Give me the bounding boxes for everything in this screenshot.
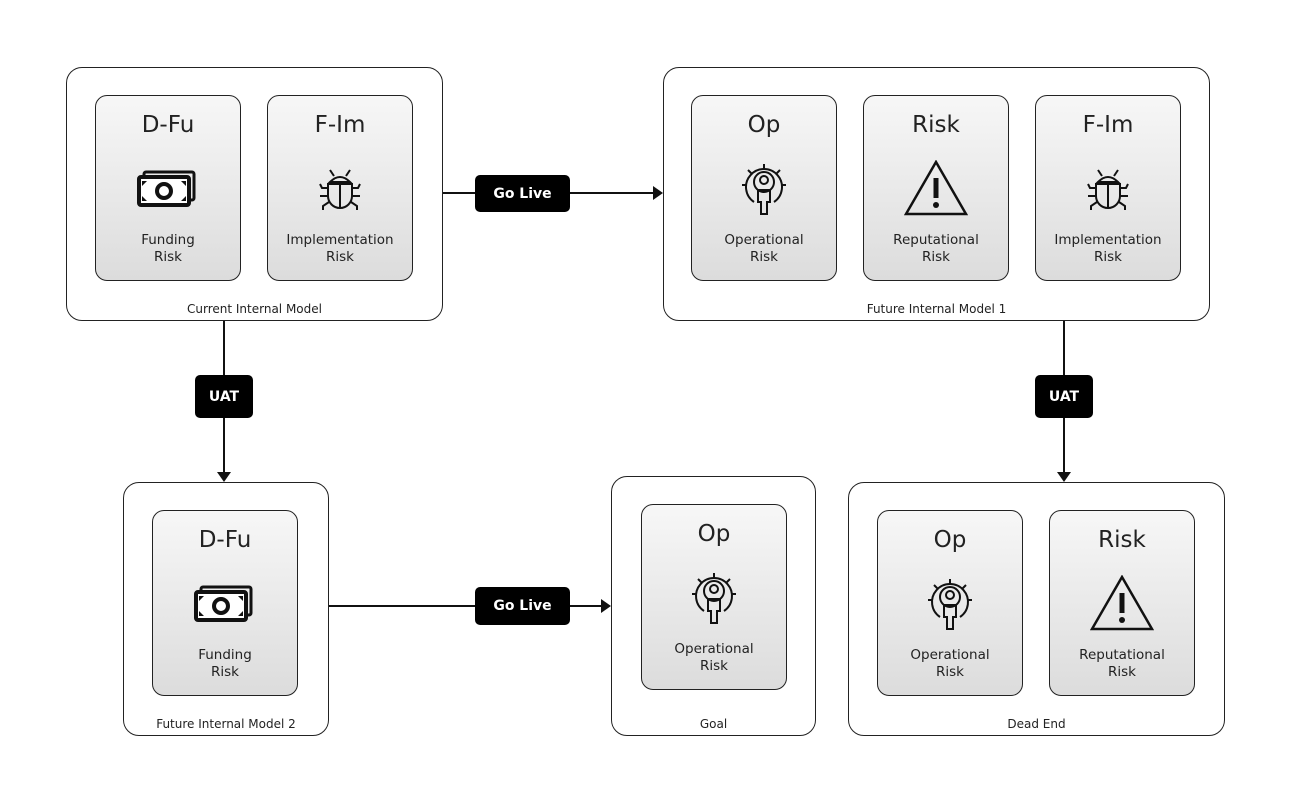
risk-name: Operational Risk <box>878 647 1022 681</box>
risk-name: Implementation Risk <box>268 232 412 266</box>
risk-card: D-Fu Funding Risk <box>95 95 241 281</box>
risk-name-line-2: Risk <box>700 658 728 674</box>
model-label: Future Internal Model 2 <box>156 717 296 731</box>
gear-person-icon <box>682 569 746 625</box>
model-label: Current Internal Model <box>187 302 322 316</box>
risk-code: Op <box>697 521 731 547</box>
risk-name-line-2: Risk <box>936 664 964 680</box>
risk-card: F-Im Implementation Risk <box>267 95 413 281</box>
risk-name-line-2: Risk <box>1108 664 1136 680</box>
risk-name-line-1: Funding <box>198 647 252 663</box>
risk-name-line-1: Implementation <box>286 232 394 248</box>
risk-name: Funding Risk <box>96 232 240 266</box>
arrowhead <box>1057 472 1071 482</box>
risk-name-line-1: Operational <box>724 232 804 248</box>
risk-code: Risk <box>1098 527 1146 553</box>
transition-label: UAT <box>195 375 253 418</box>
arrowhead <box>217 472 231 482</box>
risk-name-line-2: Risk <box>922 249 950 265</box>
risk-name-line-1: Operational <box>674 641 754 657</box>
risk-card: Op Operational Risk <box>691 95 837 281</box>
risk-name-line-1: Implementation <box>1054 232 1162 248</box>
transition-label: Go Live <box>475 587 570 625</box>
risk-card: F-Im Implementation Risk <box>1035 95 1181 281</box>
risk-code: Op <box>747 112 781 138</box>
risk-name: Reputational Risk <box>1050 647 1194 681</box>
money-icon <box>193 575 257 631</box>
risk-code: F-Im <box>314 112 366 138</box>
risk-code: D-Fu <box>198 527 252 553</box>
risk-name: Funding Risk <box>153 647 297 681</box>
risk-name-line-2: Risk <box>326 249 354 265</box>
warning-icon <box>1089 574 1155 631</box>
risk-name-line-1: Reputational <box>1079 647 1165 663</box>
risk-name-line-1: Operational <box>910 647 990 663</box>
risk-card: Risk Reputational Risk <box>863 95 1009 281</box>
model-label: Future Internal Model 1 <box>866 302 1007 316</box>
risk-code: Op <box>933 527 967 553</box>
risk-name-line-2: Risk <box>154 249 182 265</box>
risk-name-line-2: Risk <box>750 249 778 265</box>
risk-name: Operational Risk <box>642 641 786 675</box>
bug-icon <box>308 160 372 216</box>
money-icon <box>136 160 200 216</box>
risk-name-line-1: Reputational <box>893 232 979 248</box>
risk-card: Risk Reputational Risk <box>1049 510 1195 696</box>
model-label: Dead End <box>1007 717 1066 731</box>
gear-person-icon <box>918 575 982 631</box>
transition-label: Go Live <box>475 175 570 212</box>
risk-name: Operational Risk <box>692 232 836 266</box>
warning-icon <box>903 159 969 216</box>
transition-label: UAT <box>1035 375 1093 418</box>
risk-name-line-1: Funding <box>141 232 195 248</box>
arrowhead <box>601 599 611 613</box>
risk-card: Op Operational Risk <box>877 510 1023 696</box>
bug-icon <box>1076 160 1140 216</box>
model-label: Goal <box>699 717 728 731</box>
risk-card: Op Operational Risk <box>641 504 787 690</box>
risk-code: Risk <box>912 112 960 138</box>
risk-code: D-Fu <box>141 112 195 138</box>
risk-card: D-Fu Funding Risk <box>152 510 298 696</box>
risk-name: Implementation Risk <box>1036 232 1180 266</box>
risk-name-line-2: Risk <box>1094 249 1122 265</box>
risk-name: Reputational Risk <box>864 232 1008 266</box>
gear-person-icon <box>732 160 796 216</box>
risk-code: F-Im <box>1082 112 1134 138</box>
arrowhead <box>653 186 663 200</box>
risk-name-line-2: Risk <box>211 664 239 680</box>
